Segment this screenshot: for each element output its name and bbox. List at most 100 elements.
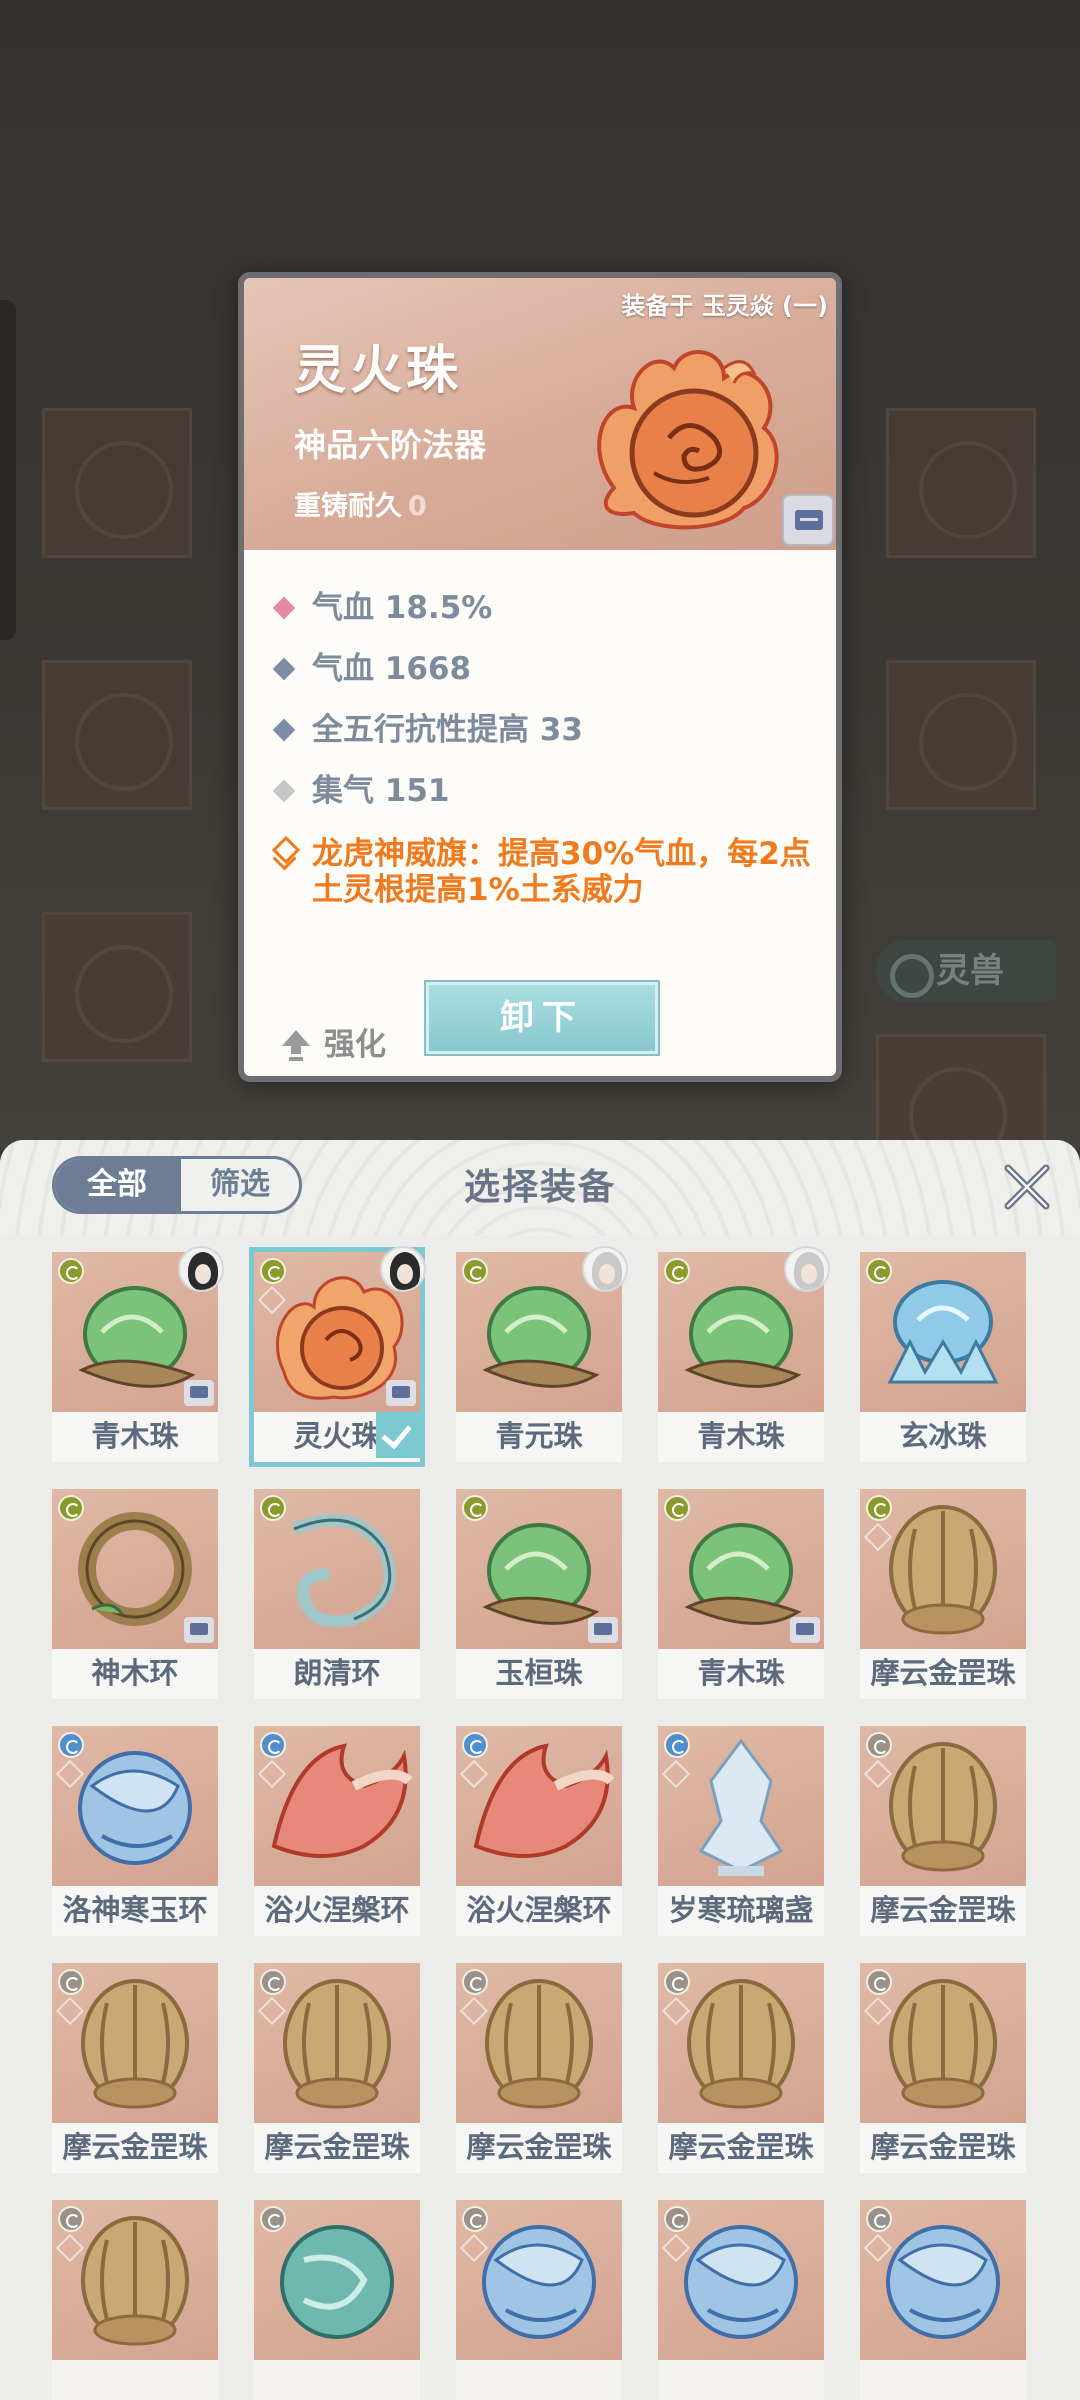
equipment-name: 摩云金罡珠	[52, 2123, 218, 2173]
element-badge-icon	[866, 1495, 892, 1521]
element-badge-icon	[58, 1495, 84, 1521]
element-badge-icon	[58, 1258, 84, 1284]
owner-avatar	[178, 1246, 224, 1292]
element-badge-icon	[260, 1732, 286, 1758]
lock-icon	[184, 1380, 214, 1406]
element-badge-icon	[462, 1969, 488, 1995]
equipment-slot[interactable]: 摩云金罡珠	[860, 1489, 1026, 1699]
element-badge-icon	[866, 1258, 892, 1284]
equipment-slot[interactable]: 青木珠	[52, 1246, 224, 1462]
item-grade: 神品六阶法器	[294, 426, 487, 464]
stat-row: 集气 151	[270, 761, 826, 822]
panel-title: 选择装备	[463, 1167, 616, 1208]
equipment-slot[interactable]	[860, 2200, 1026, 2400]
equipment-name: 浴火涅槃环	[254, 1886, 420, 1936]
element-badge-icon	[58, 1969, 84, 1995]
equipment-name: 岁寒琉璃盏	[658, 1886, 824, 1936]
special-rune-icon	[274, 842, 294, 862]
equipment-slot[interactable]	[456, 2200, 622, 2400]
equipped-on-label: 装备于 玉灵焱 (一)	[621, 292, 828, 320]
equipment-name: 神木环	[52, 1649, 218, 1699]
element-badge-icon	[260, 1969, 286, 1995]
bg-equip-slot	[886, 660, 1036, 810]
stat-text: 气血 18.5%	[312, 590, 493, 626]
owner-avatar	[380, 1246, 426, 1292]
equipment-name: 摩云金罡珠	[860, 2123, 1026, 2173]
equipment-name: 摩云金罡珠	[658, 2123, 824, 2173]
element-badge-icon	[260, 2206, 286, 2232]
element-badge-icon	[58, 2206, 84, 2232]
item-name: 灵火珠	[294, 341, 463, 401]
element-badge-icon	[58, 1732, 84, 1758]
element-badge-icon	[664, 2206, 690, 2232]
up-arrow-icon	[282, 1030, 310, 1061]
equipment-slot[interactable]: 青元珠	[456, 1246, 628, 1462]
equipment-name: 青元珠	[456, 1412, 622, 1462]
blue-diamond-icon	[272, 718, 296, 742]
lock-icon	[386, 1380, 416, 1406]
element-badge-icon	[462, 1732, 488, 1758]
item-detail-card: 装备于 玉灵焱 (一) 灵火珠 神品六阶法器 重铸耐久 0 气血 18.5% 气血…	[238, 272, 842, 1082]
durability: 重铸耐久 0	[294, 484, 427, 523]
equipment-name: 摩云金罡珠	[860, 1649, 1026, 1699]
element-badge-icon	[664, 1732, 690, 1758]
equipment-slot[interactable]: 玉桓珠	[456, 1489, 622, 1699]
lock-icon	[184, 1617, 214, 1643]
equipment-slot[interactable]: 摩云金罡珠	[658, 1963, 824, 2173]
element-badge-icon	[462, 1258, 488, 1284]
equipment-slot[interactable]: 摩云金罡珠	[860, 1726, 1026, 1936]
lock-icon	[588, 1617, 618, 1643]
equipment-slot[interactable]: 浴火涅槃环	[456, 1726, 622, 1936]
equipment-slot[interactable]: 玄冰珠	[860, 1252, 1026, 1462]
durability-label: 重铸耐久	[294, 491, 402, 522]
equipment-slot[interactable]: 灵火珠	[254, 1246, 426, 1462]
equipment-slot[interactable]	[52, 2200, 218, 2400]
equipment-slot[interactable]: 摩云金罡珠	[254, 1963, 420, 2173]
element-badge-icon	[462, 1495, 488, 1521]
equipment-slot[interactable]: 摩云金罡珠	[456, 1963, 622, 2173]
element-badge-icon	[664, 1969, 690, 1995]
element-badge-icon	[664, 1258, 690, 1284]
panel-header: 全部 筛选 选择装备	[0, 1140, 1080, 1236]
lock-toggle-icon[interactable]	[782, 494, 834, 546]
equipment-slot[interactable]: 摩云金罡珠	[52, 1963, 218, 2173]
equipment-slot[interactable]: 青木珠	[658, 1489, 824, 1699]
equipment-name: 青木珠	[658, 1412, 824, 1462]
stat-list: 气血 18.5% 气血 1668 全五行抗性提高 33 集气 151 龙虎神威旗…	[270, 578, 826, 908]
fire-orb-art	[597, 350, 779, 530]
close-icon[interactable]	[1000, 1160, 1054, 1214]
equipment-slot[interactable]	[658, 2200, 824, 2400]
upgrade-button[interactable]: 强化	[280, 1022, 386, 1068]
spirit-beast-tab[interactable]: 灵兽	[876, 940, 1056, 1002]
upgrade-label: 强化	[324, 1027, 386, 1063]
equipment-slot[interactable]: 朗清环	[254, 1489, 420, 1699]
equipment-name: 浴火涅槃环	[456, 1886, 622, 1936]
element-badge-icon	[866, 2206, 892, 2232]
equipment-name: 洛神寒玉环	[52, 1886, 218, 1936]
grey-diamond-icon	[272, 779, 296, 803]
equipment-name: 玉桓珠	[456, 1649, 622, 1699]
equipment-name: 青木珠	[52, 1412, 218, 1462]
element-badge-icon	[462, 2206, 488, 2232]
equipment-slot[interactable]: 神木环	[52, 1489, 218, 1699]
stat-text: 全五行抗性提高 33	[312, 712, 583, 748]
owner-avatar	[784, 1246, 830, 1292]
equipment-name: 摩云金罡珠	[254, 2123, 420, 2173]
stat-row: 气血 1668	[270, 639, 826, 700]
bg-equip-slot	[42, 408, 192, 558]
equipment-slot[interactable]	[254, 2200, 420, 2400]
equipment-slot[interactable]: 岁寒琉璃盏	[658, 1726, 824, 1936]
equipment-slot[interactable]: 青木珠	[658, 1246, 830, 1462]
equipment-slot[interactable]: 摩云金罡珠	[860, 1963, 1026, 2173]
element-badge-icon	[866, 1732, 892, 1758]
special-effect-row: 龙虎神威旗：提高30%气血，每2点土灵根提高1%土系威力	[270, 822, 826, 908]
equipment-name: 朗清环	[254, 1649, 420, 1699]
stat-row: 气血 18.5%	[270, 578, 826, 639]
side-drawer-handle[interactable]	[0, 300, 16, 640]
equipment-slot[interactable]: 洛神寒玉环	[52, 1726, 218, 1936]
equipment-slot[interactable]: 浴火涅槃环	[254, 1726, 420, 1936]
card-header: 装备于 玉灵焱 (一) 灵火珠 神品六阶法器 重铸耐久 0	[244, 278, 836, 550]
stat-text: 气血 1668	[312, 651, 472, 687]
bg-equip-slot	[42, 660, 192, 810]
unequip-button[interactable]: 卸下	[426, 982, 658, 1054]
